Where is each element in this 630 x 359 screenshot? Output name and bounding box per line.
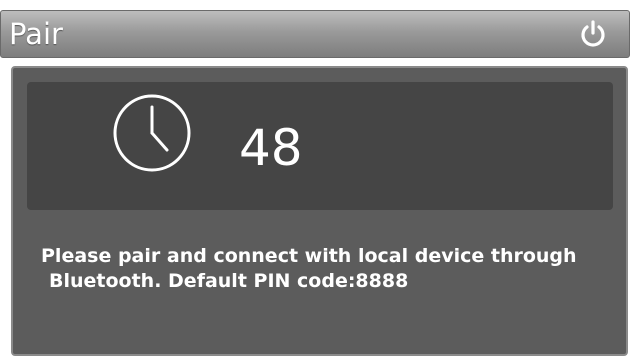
power-icon: [581, 20, 605, 47]
countdown-value: 48: [239, 119, 303, 177]
title-bar: Pair: [0, 10, 630, 58]
countdown-box: 48: [27, 82, 613, 210]
pair-panel: 48 Please pair and connect with local de…: [11, 66, 628, 356]
pair-screen: Pair 48 Please pair and connect with loc…: [0, 0, 630, 359]
power-button[interactable]: [577, 18, 609, 50]
page-title: Pair: [9, 17, 63, 51]
instructions-line-2: Bluetooth. Default PIN code:8888: [49, 270, 409, 292]
instructions-line-1: Please pair and connect with local devic…: [41, 245, 577, 267]
pairing-instructions: Please pair and connect with local devic…: [41, 244, 611, 294]
clock-icon: [113, 94, 191, 172]
